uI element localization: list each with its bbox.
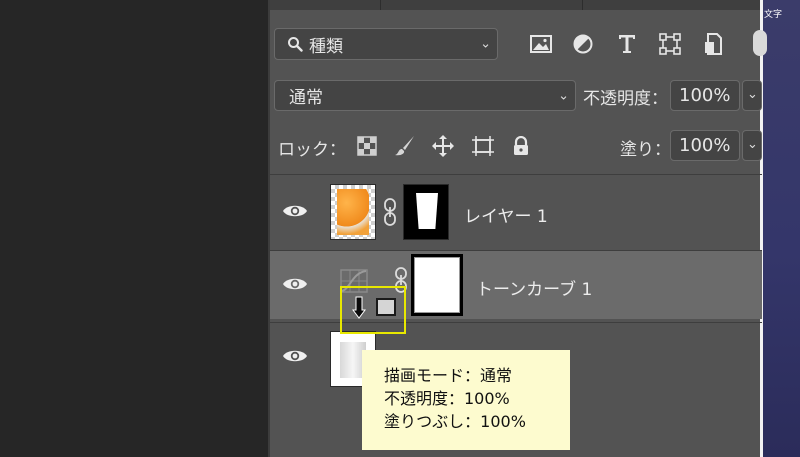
layer-mask-mini-icon bbox=[376, 298, 396, 316]
eye-icon[interactable] bbox=[282, 202, 308, 220]
fill-input[interactable]: 100% bbox=[670, 130, 740, 161]
opacity-dropdown-button[interactable]: ⌄ bbox=[742, 80, 762, 111]
opacity-input[interactable]: 100% bbox=[670, 80, 740, 111]
layers-top-divider bbox=[270, 174, 762, 175]
filter-kind-label: 種類 bbox=[309, 36, 343, 57]
search-icon bbox=[288, 37, 303, 52]
tooltip-opacity: 不透明度：100% bbox=[384, 389, 510, 408]
lock-position-icon[interactable] bbox=[430, 133, 456, 159]
blend-mode-select[interactable]: 通常 ⌄ bbox=[274, 80, 576, 111]
opacity-value: 100% bbox=[679, 85, 731, 106]
fill-label: 塗り： bbox=[620, 140, 671, 160]
opacity-label: 不透明度： bbox=[583, 89, 668, 109]
layer-mask-thumbnail[interactable] bbox=[403, 184, 449, 240]
blend-mode-value: 通常 bbox=[289, 88, 323, 108]
lock-image-pixels-icon[interactable] bbox=[392, 133, 418, 159]
type-filter-icon[interactable] bbox=[614, 31, 640, 57]
lock-all-icon[interactable] bbox=[508, 133, 534, 159]
shape-filter-icon[interactable] bbox=[657, 31, 683, 57]
chevron-down-icon: ⌄ bbox=[480, 36, 491, 52]
canvas-area bbox=[0, 0, 268, 457]
fill-dropdown-button[interactable]: ⌄ bbox=[742, 130, 762, 161]
layer-row[interactable]: レイヤー 1 bbox=[270, 178, 762, 246]
layer-thumbnail bbox=[330, 184, 376, 240]
lock-transparent-pixels-icon[interactable] bbox=[354, 133, 380, 159]
layer-name[interactable]: レイヤー 1 bbox=[464, 202, 548, 227]
highlight-box bbox=[340, 286, 406, 334]
smart-object-filter-icon[interactable] bbox=[700, 31, 726, 57]
layer-name[interactable]: トーンカーブ 1 bbox=[476, 275, 592, 300]
link-icon[interactable] bbox=[382, 198, 398, 226]
lock-artboard-icon[interactable] bbox=[470, 133, 496, 159]
clip-arrow-icon bbox=[352, 296, 366, 319]
filter-kind-select[interactable]: 種類 ⌄ bbox=[274, 28, 498, 60]
corner-text: 文字 bbox=[764, 10, 783, 20]
lock-label: ロック： bbox=[278, 140, 346, 160]
fill-value: 100% bbox=[679, 135, 731, 156]
eye-icon[interactable] bbox=[282, 347, 308, 365]
layer-mask-thumbnail[interactable] bbox=[411, 254, 463, 316]
right-background bbox=[762, 0, 800, 457]
tooltip-blend-mode: 描画モード：通常 bbox=[384, 366, 513, 385]
eye-icon[interactable] bbox=[282, 275, 308, 293]
adjustment-filter-icon[interactable] bbox=[570, 31, 596, 57]
image-filter-icon[interactable] bbox=[528, 31, 554, 57]
tooltip-fill: 塗りつぶし：100% bbox=[384, 412, 526, 431]
scroll-knob[interactable] bbox=[753, 30, 767, 56]
chevron-down-icon: ⌄ bbox=[558, 88, 569, 103]
layer-info-tooltip: 描画モード：通常 不透明度：100% 塗りつぶし：100% bbox=[362, 350, 570, 450]
panel-top-strip bbox=[270, 0, 762, 10]
